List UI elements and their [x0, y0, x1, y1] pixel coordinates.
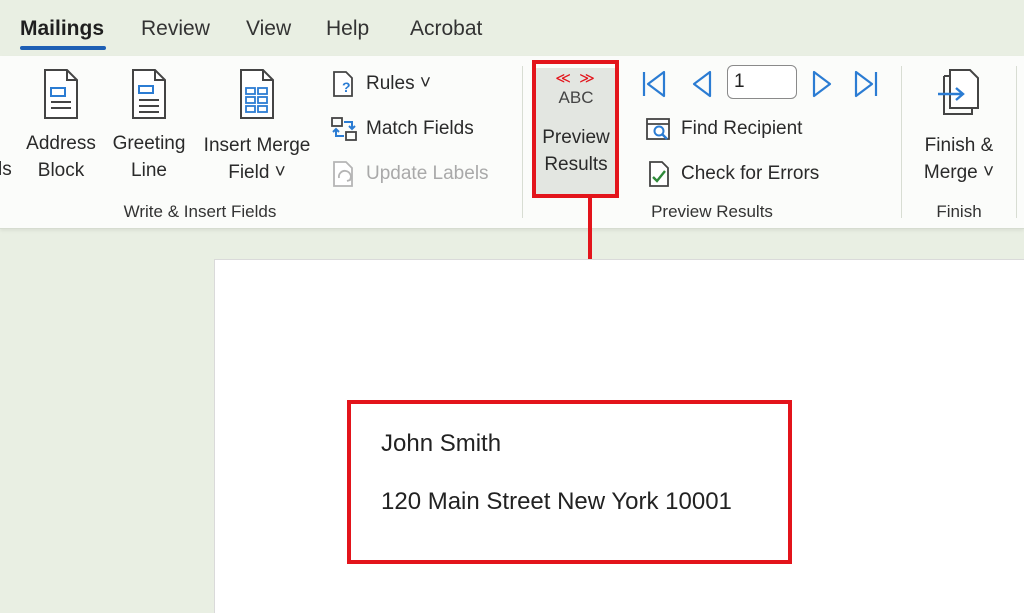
finish-merge-icon — [938, 69, 979, 115]
check-for-errors-label: Check for Errors — [681, 163, 820, 184]
address-block-icon — [44, 69, 78, 119]
finish-merge-button[interactable]: Finish & Merge ˅ — [915, 68, 1003, 186]
find-recipient-label: Find Recipient — [681, 118, 803, 139]
tab-review[interactable]: Review — [141, 17, 210, 41]
greeting-line-label-1: Greeting — [112, 133, 186, 154]
last-record-icon[interactable] — [850, 69, 880, 99]
separator — [522, 66, 523, 218]
record-number-input[interactable]: 1 — [727, 65, 797, 99]
update-labels-icon — [333, 161, 353, 187]
address-block-button[interactable]: Address Block — [22, 68, 100, 184]
tab-view[interactable]: View — [246, 17, 291, 41]
finish-merge-label-1: Finish & — [924, 135, 994, 156]
preview-results-group-label: Preview Results — [651, 202, 773, 221]
rules-button[interactable]: ? Rules ˅ — [330, 70, 431, 98]
write-insert-group-label: Write & Insert Fields — [123, 202, 277, 221]
match-fields-icon — [331, 117, 357, 141]
merged-result-highlight: John Smith 120 Main Street New York 1000… — [347, 400, 792, 564]
preview-results-highlight — [532, 60, 619, 198]
find-recipient-button[interactable]: Find Recipient — [645, 115, 802, 143]
update-labels-button[interactable]: Update Labels — [330, 160, 489, 188]
match-fields-button[interactable]: Match Fields — [330, 115, 474, 143]
cut-off-button[interactable]: ls — [0, 156, 12, 183]
recipient-name: John Smith — [381, 430, 502, 457]
address-block-label-2: Block — [37, 160, 85, 181]
insert-merge-field-button[interactable]: Insert Merge Field ˅ — [197, 68, 317, 186]
ribbon-tab-bar: Mailings Review View Help Acrobat — [0, 0, 1024, 56]
greeting-line-icon — [132, 69, 166, 119]
insert-merge-field-icon — [240, 69, 274, 119]
first-record-icon[interactable] — [640, 69, 670, 99]
find-recipient-icon — [646, 118, 670, 140]
rules-label: Rules ˅ — [366, 73, 431, 94]
svg-text:?: ? — [342, 79, 351, 95]
greeting-line-label-2: Line — [131, 160, 167, 181]
tab-help[interactable]: Help — [326, 17, 369, 41]
separator — [1016, 66, 1017, 218]
address-block-label-1: Address — [26, 133, 96, 154]
separator — [901, 66, 902, 218]
insert-merge-field-label-1: Insert Merge — [203, 135, 311, 156]
tab-acrobat[interactable]: Acrobat — [410, 17, 482, 41]
rules-icon: ? — [333, 71, 353, 97]
check-for-errors-icon — [649, 161, 669, 187]
next-record-icon[interactable] — [808, 69, 836, 99]
check-for-errors-button[interactable]: Check for Errors — [645, 160, 819, 188]
update-labels-label: Update Labels — [366, 163, 489, 184]
recipient-address: 120 Main Street New York 10001 — [381, 488, 732, 515]
ribbon: ls Address Block Greeting Line Insert Me… — [0, 56, 1024, 229]
tab-mailings[interactable]: Mailings — [20, 17, 104, 41]
previous-record-icon[interactable] — [688, 69, 716, 99]
finish-merge-label-2: Merge ˅ — [923, 162, 995, 183]
match-fields-label: Match Fields — [366, 118, 474, 139]
finish-group-label: Finish — [936, 202, 982, 221]
cut-off-label: ls — [0, 159, 12, 180]
greeting-line-button[interactable]: Greeting Line — [108, 68, 190, 184]
insert-merge-field-label-2: Field ˅ — [228, 162, 286, 183]
active-tab-indicator — [20, 46, 106, 50]
